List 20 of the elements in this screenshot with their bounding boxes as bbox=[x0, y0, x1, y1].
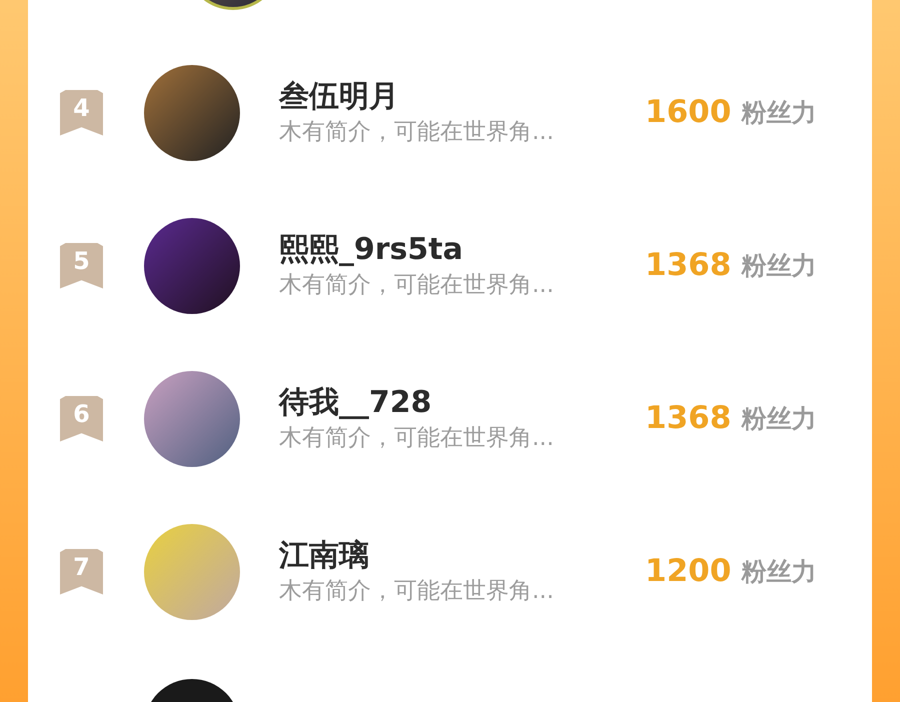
score-unit: 粉丝力 bbox=[741, 250, 816, 282]
score-unit: 粉丝力 bbox=[741, 96, 816, 129]
user-bio: 木有简介，可能在世界角... bbox=[279, 424, 555, 452]
fan-score: 1368 bbox=[645, 246, 732, 286]
score-unit: 粉丝力 bbox=[741, 556, 816, 588]
rank-badge: 4 bbox=[60, 90, 103, 136]
user-name: 江南璃 bbox=[279, 536, 370, 574]
rank-badge: 5 bbox=[60, 242, 103, 288]
fan-score: 1600 bbox=[645, 93, 732, 132]
score-unit: 粉丝力 bbox=[741, 402, 816, 435]
rank-badge: 7 bbox=[60, 548, 103, 594]
rank-badge: 6 bbox=[60, 396, 103, 442]
user-name: 熙熙_9rs5ta bbox=[279, 230, 464, 268]
user-name: 叁伍明月 bbox=[279, 78, 400, 116]
user-bio: 木有简介，可能在世界角... bbox=[279, 118, 555, 146]
fan-score: 1368 bbox=[645, 399, 732, 438]
user-bio: 木有简介，可能在世界角... bbox=[279, 270, 555, 300]
user-name: 待我__728 bbox=[279, 384, 433, 422]
user-bio: 木有简介，可能在世界角... bbox=[279, 576, 555, 606]
fan-score: 1200 bbox=[645, 552, 732, 592]
